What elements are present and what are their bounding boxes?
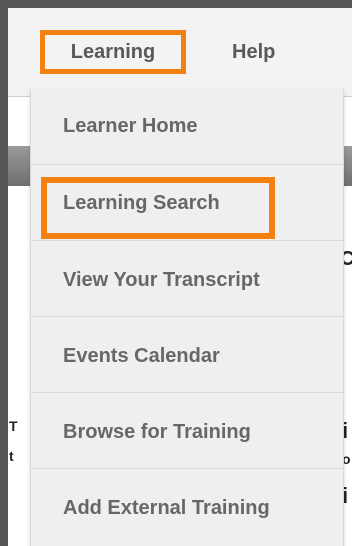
menu-item-events-calendar[interactable]: Events Calendar xyxy=(31,317,343,393)
background-text-fragment: T xyxy=(9,418,18,434)
menu-item-label: View Your Transcript xyxy=(63,269,260,291)
nav-learning[interactable]: Learning xyxy=(40,30,186,74)
top-nav-bar: Learning Help xyxy=(8,8,352,97)
learning-dropdown-menu: Learner Home Learning Search View Your T… xyxy=(30,89,344,546)
menu-item-label: Learner Home xyxy=(63,115,198,137)
menu-item-view-your-transcript[interactable]: View Your Transcript xyxy=(31,241,343,317)
page-frame: Learning Help C i o i T t Learner Home L… xyxy=(8,8,352,546)
menu-item-add-external-training[interactable]: Add External Training xyxy=(31,469,343,545)
menu-item-label: Browse for Training xyxy=(63,421,251,443)
menu-item-learner-home[interactable]: Learner Home xyxy=(31,89,343,165)
background-text-fragment: t xyxy=(9,448,14,464)
menu-item-browse-for-training[interactable]: Browse for Training xyxy=(31,393,343,469)
menu-item-label: Events Calendar xyxy=(63,345,220,367)
menu-item-label: Add External Training xyxy=(63,497,270,519)
highlight-box-learning-search xyxy=(41,177,275,239)
nav-help[interactable]: Help xyxy=(232,30,275,74)
